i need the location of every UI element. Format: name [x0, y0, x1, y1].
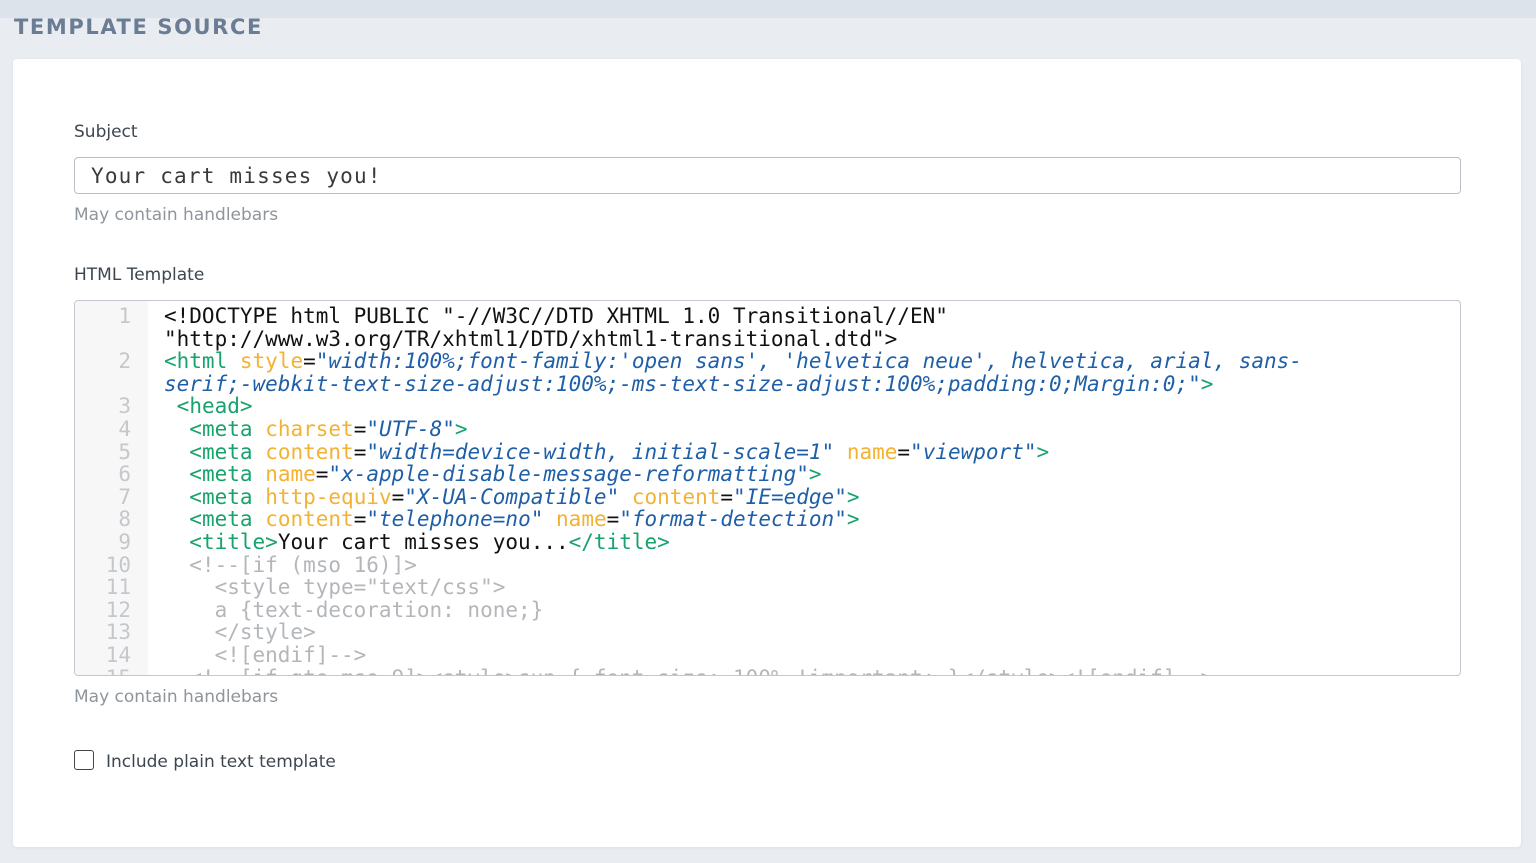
- line-number: 10: [105, 552, 131, 577]
- line-number: 15: [75, 666, 131, 675]
- line-text: <!--[if gte mso 9]><style>sup { font-siz…: [75, 666, 1460, 675]
- code-line: 8 <meta content="telephone=no" name="for…: [75, 508, 1460, 531]
- code-line: 4 <meta charset="UTF-8">: [75, 418, 1460, 441]
- code-line: 9 <title>Your cart misses you...</title>: [75, 531, 1460, 554]
- line-number: 6: [118, 462, 131, 487]
- line-number: 7: [118, 484, 131, 509]
- code-line: 3 <head>: [75, 395, 1460, 418]
- code-line: 15 <!--[if gte mso 9]><style>sup { font-…: [75, 666, 1460, 675]
- line-text: <meta content="width=device-width, initi…: [189, 439, 1050, 464]
- subject-label: Subject: [74, 122, 138, 142]
- code-line: 5 <meta content="width=device-width, ini…: [75, 439, 1460, 464]
- line-text: </style>: [164, 620, 316, 645]
- code-line: 11 <style type="text/css">: [75, 576, 1460, 599]
- code-line: 12 a {text-decoration: none;}: [75, 597, 1460, 622]
- template-source-card: Subject May contain handlebars HTML Temp…: [13, 59, 1521, 847]
- code-line: 7 <meta http-equiv="X-UA-Compatible" con…: [75, 484, 1460, 509]
- line-text: <style type="text/css">: [164, 575, 506, 600]
- line-text: <meta http-equiv="X-UA-Compatible" conte…: [189, 484, 860, 509]
- line-text: <meta name="x-apple-disable-message-refo…: [189, 462, 822, 487]
- line-text: <meta charset="UTF-8">: [189, 416, 468, 441]
- code-line: 10 <!--[if (mso 16)]>: [75, 552, 1460, 577]
- include-plain-text-label[interactable]: Include plain text template: [106, 752, 336, 772]
- line-number: 2: [118, 349, 131, 374]
- line-number: 12: [105, 597, 131, 622]
- code-line: 6 <meta name="x-apple-disable-message-re…: [75, 463, 1460, 486]
- line-number: 8: [118, 507, 131, 532]
- line-number: 13: [105, 620, 131, 645]
- subject-input[interactable]: [74, 157, 1461, 194]
- line-number: 14: [105, 642, 131, 667]
- code-line: 14 <![endif]-->: [75, 644, 1460, 667]
- html-template-editor[interactable]: 1 <!DOCTYPE html PUBLIC "-//W3C//DTD XHTM…: [74, 300, 1461, 676]
- line-number: 5: [118, 439, 131, 464]
- section-title: TEMPLATE SOURCE: [14, 15, 263, 39]
- line-number: 3: [118, 394, 131, 419]
- include-plain-text-checkbox[interactable]: [74, 750, 94, 770]
- line-text: <![endif]-->: [164, 642, 367, 667]
- line-text: <!DOCTYPE html PUBLIC "-//W3C//DTD XHTML…: [164, 304, 948, 351]
- line-text: <meta content="telephone=no" name="forma…: [189, 507, 860, 532]
- code-line: 13 </style>: [75, 621, 1460, 644]
- line-number: 9: [118, 529, 131, 554]
- subject-help-text: May contain handlebars: [74, 205, 279, 225]
- line-text: a {text-decoration: none;}: [164, 597, 544, 622]
- line-text: <title>Your cart misses you...</title>: [189, 529, 670, 554]
- html-template-label: HTML Template: [74, 265, 205, 285]
- line-number: 1: [118, 304, 131, 328]
- line-text: <head>: [176, 394, 253, 419]
- line-text: <html style="width:100%;font-family:'ope…: [164, 349, 1302, 396]
- code-line: 2 <html style="width:100%;font-family:'op…: [75, 350, 1460, 395]
- line-number: 11: [105, 575, 131, 600]
- code-lines: 1 <!DOCTYPE html PUBLIC "-//W3C//DTD XHTM…: [75, 305, 1460, 675]
- html-template-help-text: May contain handlebars: [74, 687, 279, 707]
- line-number: 4: [118, 416, 131, 441]
- code-line: 1 <!DOCTYPE html PUBLIC "-//W3C//DTD XHTM…: [75, 305, 1460, 350]
- line-text: <!--[if (mso 16)]>: [164, 552, 417, 577]
